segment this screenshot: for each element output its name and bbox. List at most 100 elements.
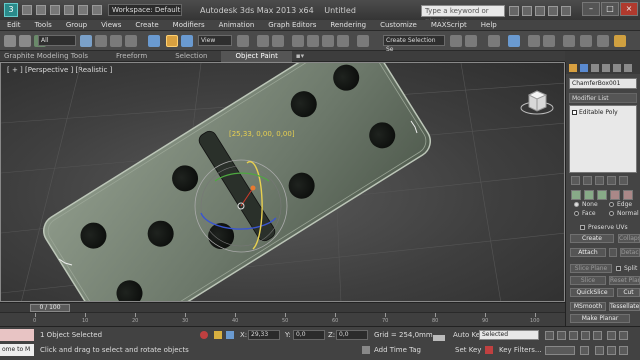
orbit-icon[interactable] (595, 346, 604, 355)
search-icon[interactable] (509, 6, 519, 16)
time-config-icon[interactable] (580, 346, 589, 355)
save-file-icon[interactable] (50, 5, 60, 15)
hierarchy-tab-icon[interactable] (591, 64, 599, 72)
configure-sets-icon[interactable] (619, 176, 628, 185)
schematic-view-icon[interactable] (543, 35, 555, 47)
set-key-button[interactable]: Set Key (455, 346, 481, 354)
time-slider[interactable]: 0 / 100 (30, 304, 70, 312)
remove-modifier-icon[interactable] (607, 176, 616, 185)
detach-button[interactable]: Detach (620, 248, 640, 257)
maxscript-output[interactable]: ome to M (0, 344, 34, 356)
stack-item-editable-poly[interactable]: Editable Poly (572, 109, 618, 116)
communication-icon[interactable] (535, 6, 545, 16)
align-icon[interactable] (465, 35, 477, 47)
x-coordinate-field[interactable]: 29,33 (248, 330, 280, 340)
window-crossing-icon[interactable] (125, 35, 137, 47)
radio-none-icon[interactable] (574, 202, 579, 207)
viewcube-icon[interactable] (519, 83, 555, 119)
menu-animation[interactable]: Animation (212, 21, 262, 29)
menu-create[interactable]: Create (128, 21, 165, 29)
material-editor-icon[interactable] (563, 35, 575, 47)
spinner-snap-icon[interactable] (337, 35, 349, 47)
element-icon[interactable] (623, 190, 633, 200)
z-coordinate-field[interactable]: 0,0 (336, 330, 368, 340)
absolute-mode-icon[interactable] (226, 331, 234, 339)
perspective-viewport[interactable]: [ + ] [Perspective ] [Realistic ] [25,33… (0, 62, 565, 302)
object-name-field[interactable]: ChamferBox001 (569, 78, 637, 89)
pan-viewport-icon[interactable] (619, 331, 628, 340)
edit-named-selection-icon[interactable] (357, 35, 369, 47)
lock-selection-icon[interactable] (214, 331, 222, 339)
edge-icon[interactable] (584, 190, 594, 200)
select-by-name-icon[interactable] (95, 35, 107, 47)
named-selection-dropdown[interactable]: Create Selection Se (383, 35, 445, 53)
isolate-selection-icon[interactable] (200, 331, 208, 339)
layer-manager-icon[interactable] (488, 35, 500, 47)
expand-icon[interactable] (572, 110, 577, 115)
modifier-stack[interactable]: Editable Poly (569, 105, 637, 173)
zoom-viewport-icon[interactable] (607, 331, 616, 340)
ribbon-options-icon[interactable]: ▪▾ (292, 52, 308, 60)
subscription-icon[interactable] (522, 6, 532, 16)
key-filter-icon[interactable] (485, 346, 493, 354)
menu-views[interactable]: Views (94, 21, 128, 29)
menu-group[interactable]: Group (59, 21, 94, 29)
menu-graph-editors[interactable]: Graph Editors (261, 21, 323, 29)
search-input[interactable]: Type a keyword or phrase (421, 5, 505, 25)
tessellate-button[interactable]: Tessellate (609, 302, 640, 311)
redo-icon[interactable] (78, 5, 88, 15)
selection-filter-dropdown[interactable]: All (38, 35, 76, 46)
y-coordinate-field[interactable]: 0,0 (293, 330, 325, 340)
favorites-icon[interactable] (548, 6, 558, 16)
reference-coordinate-dropdown[interactable]: View (198, 35, 232, 46)
motion-tab-icon[interactable] (602, 64, 610, 72)
slice-plane-button[interactable]: Slice Plane (570, 264, 612, 273)
reset-plane-button[interactable]: Reset Plane (609, 276, 640, 285)
time-slider-bar[interactable]: 0 / 100 (0, 302, 565, 312)
angle-snap-icon[interactable] (307, 35, 319, 47)
curve-editor-icon[interactable] (528, 35, 540, 47)
move-icon[interactable] (148, 35, 160, 47)
display-tab-icon[interactable] (613, 64, 621, 72)
go-to-start-icon[interactable] (545, 331, 554, 340)
utilities-tab-icon[interactable] (624, 64, 632, 72)
tab-selection[interactable]: Selection (161, 52, 221, 60)
mirror-icon[interactable] (450, 35, 462, 47)
new-file-icon[interactable] (22, 5, 32, 15)
attach-list-icon[interactable] (609, 248, 617, 257)
snaps-toggle-icon[interactable] (292, 35, 304, 47)
rendered-frame-icon[interactable] (597, 35, 609, 47)
vertex-icon[interactable] (571, 190, 581, 200)
radio-face-icon[interactable] (574, 211, 579, 216)
help-icon[interactable] (561, 6, 571, 16)
radio-normal-icon[interactable] (609, 211, 614, 216)
link-icon[interactable] (4, 35, 16, 47)
create-tab-icon[interactable] (569, 64, 577, 72)
domino-object[interactable] (38, 63, 437, 302)
split-checkbox[interactable]: Split (616, 265, 637, 272)
field-of-view-icon[interactable] (607, 346, 616, 355)
key-icon[interactable] (433, 335, 445, 341)
menu-tools[interactable]: Tools (28, 21, 59, 29)
collapse-button[interactable]: Collapse (618, 234, 640, 243)
menu-modifiers[interactable]: Modifiers (166, 21, 212, 29)
border-icon[interactable] (597, 190, 607, 200)
tab-object-paint[interactable]: Object Paint (221, 50, 292, 62)
menu-rendering[interactable]: Rendering (323, 21, 373, 29)
graphite-toggle-icon[interactable] (508, 35, 520, 47)
constraint-face[interactable]: Face (574, 210, 596, 217)
checkbox-icon[interactable] (616, 266, 621, 271)
msmooth-button[interactable]: MSmooth (570, 302, 606, 311)
polygon-icon[interactable] (610, 190, 620, 200)
select-object-icon[interactable] (80, 35, 92, 47)
keyboard-shortcut-icon[interactable] (272, 35, 284, 47)
create-button[interactable]: Create (570, 234, 614, 243)
constraint-none[interactable]: None (574, 201, 598, 208)
constraint-normal[interactable]: Normal (609, 210, 639, 217)
current-frame-field[interactable] (545, 346, 575, 355)
pin-stack-icon[interactable] (571, 176, 580, 185)
constraint-edge[interactable]: Edge (609, 201, 632, 208)
tab-freeform[interactable]: Freeform (102, 52, 161, 60)
menu-customize[interactable]: Customize (373, 21, 424, 29)
key-filters-button[interactable]: Key Filters... (499, 346, 542, 354)
